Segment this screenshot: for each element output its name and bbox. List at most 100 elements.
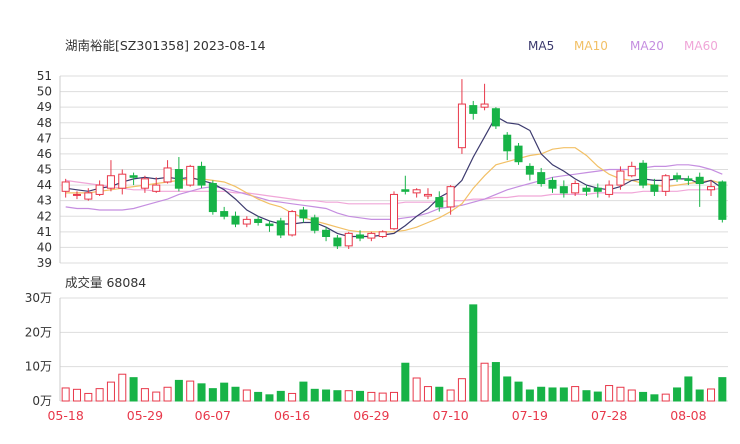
price-tick-label: 39 (37, 256, 52, 270)
candle (571, 180, 580, 196)
candle-body (469, 105, 478, 114)
candle (197, 161, 206, 189)
volume-bar (616, 386, 625, 402)
volume-bar (242, 389, 251, 402)
candle (627, 161, 636, 178)
candle-body (571, 183, 580, 194)
candle-body (367, 232, 376, 239)
candle-body (503, 134, 512, 152)
candle-body (231, 215, 240, 225)
volume-bar (503, 376, 512, 402)
candle-body (197, 165, 206, 186)
price-tick-label: 50 (37, 85, 52, 99)
price-tick-label: 48 (37, 116, 52, 130)
candle-body (322, 229, 331, 238)
candle-body (106, 175, 115, 189)
candle (242, 216, 251, 228)
volume-bar (299, 381, 308, 402)
date-label: 07-19 (512, 408, 548, 423)
candle-body (220, 211, 229, 217)
volume-bar (220, 382, 229, 402)
candle-body (707, 186, 716, 191)
volume-bar (344, 390, 353, 402)
candle (661, 174, 670, 196)
candle-body (718, 181, 727, 220)
candle (310, 214, 319, 234)
volume-bar (548, 387, 557, 402)
volume-bar (639, 391, 648, 402)
volume-bar (707, 388, 716, 402)
candle (423, 188, 432, 200)
legend-item-ma10: MA10 (574, 39, 608, 53)
candle-body (344, 232, 353, 247)
candle-body (480, 103, 489, 108)
candle (208, 180, 217, 215)
price-tick-label: 49 (37, 100, 52, 114)
price-tick-label: 42 (37, 209, 52, 223)
volume-bar (276, 390, 285, 402)
date-label: 06-07 (195, 408, 231, 423)
candle-body (152, 184, 161, 192)
legend-item-ma60: MA60 (684, 39, 718, 53)
price-tick-label: 41 (37, 225, 52, 239)
volume-bar (163, 386, 172, 402)
volume-bar (378, 392, 387, 402)
candle (639, 160, 648, 189)
price-tick-label: 43 (37, 194, 52, 208)
candle (514, 143, 523, 165)
candle (220, 206, 229, 220)
volume-bar (605, 385, 614, 402)
candle (106, 160, 115, 192)
candle (174, 157, 183, 192)
candle (537, 167, 546, 187)
candle-body (695, 176, 704, 185)
candle-body (389, 193, 399, 230)
candle-body (491, 108, 500, 127)
volume-bar (254, 391, 263, 402)
volume-bar (412, 377, 421, 402)
candle-body (356, 234, 365, 239)
candle (412, 188, 421, 198)
candle (673, 172, 682, 182)
candle-body (435, 197, 444, 208)
volume-bar (695, 389, 704, 402)
volume-bar (673, 387, 682, 402)
candle-body (548, 179, 557, 189)
candle (265, 220, 274, 232)
candlesticks (61, 79, 727, 249)
legend-item-ma20: MA20 (630, 39, 664, 53)
date-label: 08-08 (670, 408, 706, 423)
candle-body (684, 178, 693, 181)
date-label: 07-28 (591, 408, 627, 423)
candle-body (118, 173, 127, 189)
volume-bar (333, 390, 342, 402)
price-axis: 51 5049 4847 46 4544 4342 4140 39 (37, 69, 52, 270)
candle (276, 217, 285, 239)
candle-body (163, 167, 172, 183)
volume-bar (514, 381, 523, 402)
candle (503, 132, 512, 161)
legend-item-ma5: MA5 (528, 39, 554, 53)
candle-body (457, 103, 466, 149)
date-label: 05-29 (127, 408, 163, 423)
candle-body (423, 193, 432, 197)
candle-body (525, 165, 534, 175)
date-axis: 05-18 05-29 06-07 06-16 06-29 07-10 07-19 07-28… (47, 408, 706, 423)
volume-bar (684, 376, 693, 402)
volume-bar (650, 394, 659, 402)
date-label: 05-18 (47, 408, 83, 423)
candle-body (559, 186, 568, 194)
candle (593, 183, 602, 198)
candle-body (378, 231, 387, 238)
volume-tick-label: 20万 (25, 325, 52, 339)
date-label: 06-29 (353, 408, 389, 423)
volume-bar (367, 391, 376, 402)
candle (457, 79, 466, 154)
volume-bar (72, 388, 81, 402)
candle-body (446, 186, 455, 208)
volume-title: 成交量 68084 (65, 275, 146, 290)
candle-body (72, 193, 81, 196)
candle-body (401, 189, 410, 192)
date-label: 07-10 (432, 408, 468, 423)
volume-bar (469, 304, 478, 402)
